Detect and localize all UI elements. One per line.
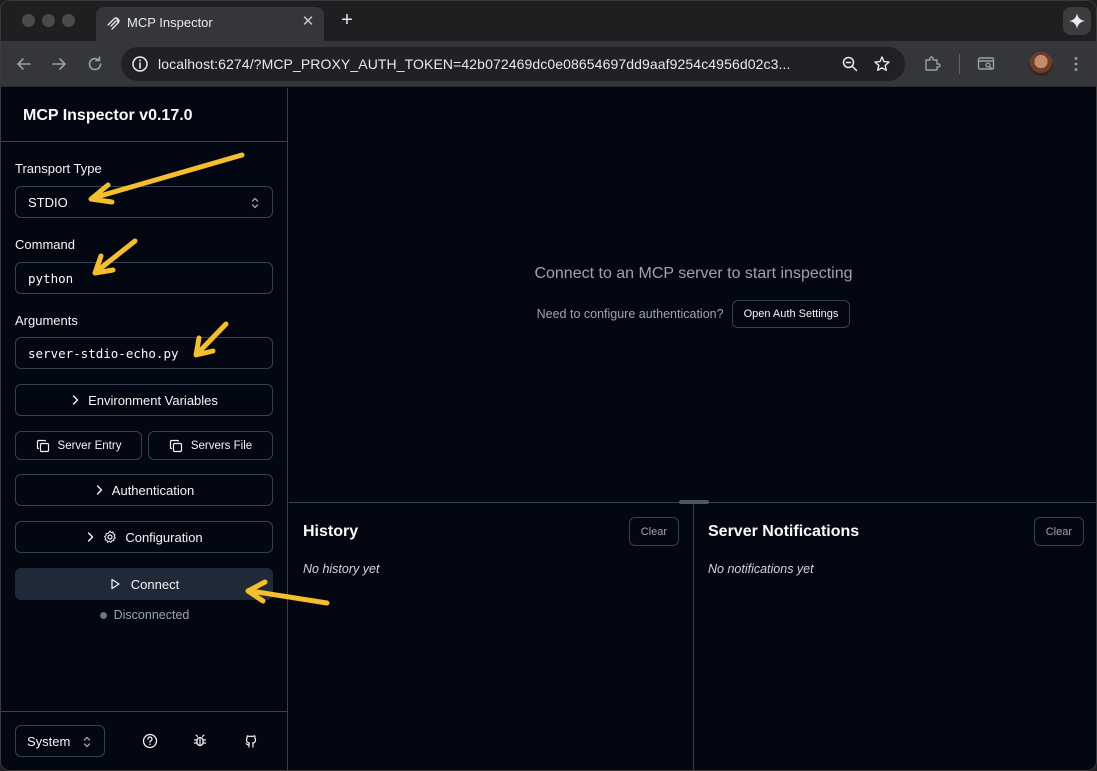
sidebar-footer: System — [1, 711, 288, 770]
copy-icon — [36, 439, 49, 452]
tab-title: MCP Inspector — [127, 15, 213, 30]
sidebar-header: MCP Inspector v0.17.0 — [1, 88, 288, 142]
authentication-button[interactable]: Authentication — [15, 474, 273, 506]
connect-label: Connect — [130, 576, 180, 592]
configuration-label: Configuration — [125, 529, 203, 545]
browser-toolbar: localhost:6274/?MCP_PROXY_AUTH_TOKEN=42b… — [1, 41, 1096, 87]
copy-icon — [169, 439, 182, 452]
connection-status: Disconnected — [1, 608, 288, 622]
chevron-up-down-icon — [83, 736, 91, 748]
main-content: Connect to an MCP server to start inspec… — [289, 88, 1096, 502]
chevron-up-down-icon — [251, 197, 259, 209]
connect-button[interactable]: Connect — [15, 568, 273, 600]
auth-prompt: Need to configure authentication? Open A… — [289, 300, 1096, 328]
environment-variables-button[interactable]: Environment Variables — [15, 384, 273, 416]
reload-icon[interactable] — [84, 53, 106, 75]
transport-type-label: Transport Type — [15, 161, 102, 176]
history-panel: History Clear No history yet — [289, 503, 693, 770]
history-title: History — [303, 523, 359, 540]
app-root: MCP Inspector v0.17.0 Transport Type STD… — [1, 88, 1096, 770]
bug-icon[interactable] — [191, 732, 209, 750]
url-text: localhost:6274/?MCP_PROXY_AUTH_TOKEN=42b… — [158, 56, 791, 72]
command-value: python — [28, 271, 74, 286]
maximize-window-button[interactable] — [62, 14, 75, 27]
command-input[interactable]: python — [15, 262, 273, 294]
auth-question: Need to configure authentication? — [536, 307, 724, 321]
browser-window: MCP Inspector ✕ + localhost:6274/?MCP_PR… — [0, 0, 1097, 771]
address-bar[interactable]: localhost:6274/?MCP_PROXY_AUTH_TOKEN=42b… — [121, 47, 905, 81]
back-icon[interactable] — [13, 53, 35, 75]
browser-tab[interactable]: MCP Inspector ✕ — [96, 7, 324, 41]
history-clear-button[interactable]: Clear — [628, 517, 679, 546]
notifications-title: Server Notifications — [708, 523, 860, 540]
open-auth-settings-button[interactable]: Open Auth Settings — [731, 300, 851, 328]
chevron-right-icon — [96, 485, 102, 495]
command-label: Command — [15, 237, 75, 252]
status-dot-icon — [99, 611, 107, 619]
forward-icon[interactable] — [48, 53, 70, 75]
notifications-clear-button[interactable]: Clear — [1033, 517, 1084, 546]
servers-file-button[interactable]: Servers File — [148, 431, 273, 460]
chevron-right-icon — [72, 395, 79, 405]
github-icon[interactable] — [242, 732, 260, 750]
authentication-label: Authentication — [111, 482, 195, 498]
configuration-button[interactable]: Configuration — [15, 521, 273, 553]
toolbar-separator — [959, 54, 960, 74]
play-icon — [111, 578, 120, 590]
notifications-panel: Server Notifications Clear No notificati… — [694, 503, 1096, 770]
browser-menu-icon[interactable] — [1066, 54, 1086, 74]
tab-search-icon[interactable] — [976, 54, 996, 74]
arguments-input[interactable]: server-stdio-echo.py — [15, 337, 273, 369]
new-tab-button[interactable]: + — [337, 9, 357, 31]
connection-status-text: Disconnected — [113, 608, 190, 622]
transport-type-value: STDIO — [28, 195, 68, 210]
theme-value: System — [27, 734, 71, 749]
gear-icon — [104, 530, 117, 543]
extensions-icon[interactable] — [922, 54, 942, 74]
zoom-icon[interactable] — [841, 55, 859, 73]
app-title: MCP Inspector v0.17.0 — [23, 107, 193, 124]
mcp-logo-icon — [107, 17, 120, 30]
gemini-button[interactable] — [1063, 7, 1091, 35]
arguments-value: server-stdio-echo.py — [28, 346, 179, 361]
history-empty-text: No history yet — [303, 562, 380, 576]
profile-avatar[interactable] — [1029, 52, 1053, 76]
environment-variables-label: Environment Variables — [88, 392, 218, 408]
notifications-empty-text: No notifications yet — [708, 562, 814, 576]
bookmark-star-icon[interactable] — [873, 55, 891, 73]
tab-bar: MCP Inspector ✕ + — [1, 1, 1096, 41]
empty-state-title: Connect to an MCP server to start inspec… — [534, 265, 853, 282]
server-entry-button[interactable]: Server Entry — [15, 431, 142, 460]
servers-file-label: Servers File — [190, 439, 253, 452]
sidebar: MCP Inspector v0.17.0 Transport Type STD… — [1, 88, 288, 770]
transport-type-select[interactable]: STDIO — [15, 186, 273, 218]
close-tab-icon[interactable]: ✕ — [300, 14, 316, 30]
server-entry-label: Server Entry — [57, 439, 122, 452]
close-window-button[interactable] — [22, 14, 35, 27]
site-info-icon[interactable] — [131, 55, 149, 73]
sparkle-icon — [1069, 13, 1085, 29]
help-icon[interactable] — [141, 732, 159, 750]
arguments-label: Arguments — [15, 313, 78, 328]
theme-select[interactable]: System — [15, 725, 105, 757]
chevron-right-icon — [88, 532, 94, 542]
minimize-window-button[interactable] — [42, 14, 55, 27]
